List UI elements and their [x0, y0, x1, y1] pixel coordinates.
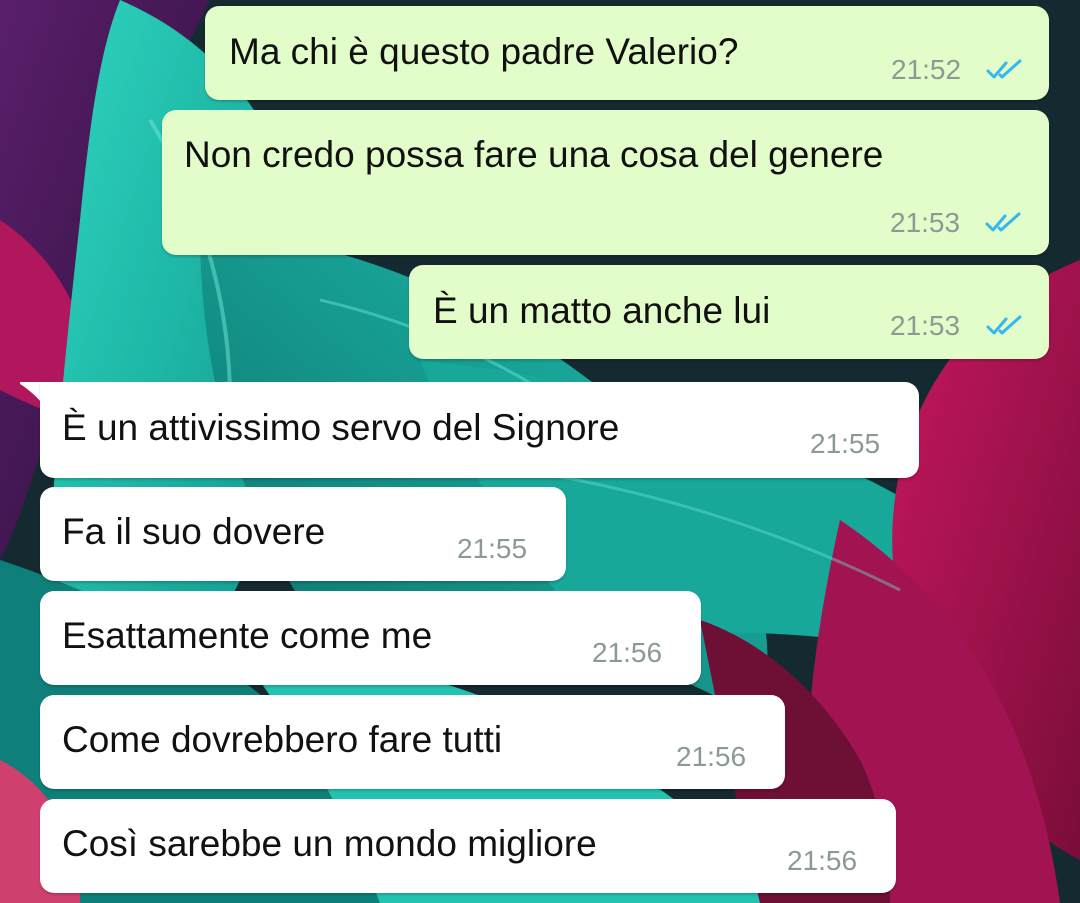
message-text: Come dovrebbero fare tutti [62, 719, 503, 760]
message-bubble-incoming[interactable]: Così sarebbe un mondo migliore 21:56 [40, 799, 896, 893]
message-text: Così sarebbe un mondo migliore [62, 823, 597, 864]
message-text: Fa il suo dovere [62, 511, 326, 552]
message-time: 21:56 [787, 845, 858, 876]
message-time: 21:53 [890, 310, 961, 341]
message-time: 21:56 [592, 637, 663, 668]
message-text: Ma chi è questo padre Valerio? [229, 31, 739, 72]
message-text: Esattamente come me [62, 615, 433, 656]
chat-message-list[interactable]: Ma chi è questo padre Valerio? 21:52 Non… [0, 0, 1080, 903]
message-time: 21:56 [676, 741, 747, 772]
message-bubble-outgoing[interactable]: Ma chi è questo padre Valerio? 21:52 [205, 6, 1049, 100]
message-time: 21:53 [890, 207, 961, 238]
message-text: Non credo possa fare una cosa del genere [184, 134, 884, 175]
double-check-read-icon [985, 212, 1021, 232]
message-bubble-outgoing[interactable]: È un matto anche lui 21:53 [409, 265, 1049, 359]
message-time: 21:52 [891, 54, 962, 85]
message-bubble-incoming[interactable]: Come dovrebbero fare tutti 21:56 [40, 695, 785, 789]
double-check-read-icon [986, 59, 1022, 79]
message-time: 21:55 [810, 428, 881, 459]
message-bubble-incoming[interactable]: Fa il suo dovere 21:55 [40, 487, 566, 581]
message-time: 21:55 [457, 533, 528, 564]
message-bubble-incoming[interactable]: È un attivissimo servo del Signore 21:55 [40, 382, 919, 478]
message-bubble-outgoing[interactable]: Non credo possa fare una cosa del genere… [162, 110, 1049, 255]
message-text: È un matto anche lui [433, 290, 771, 331]
double-check-read-icon [986, 315, 1022, 335]
message-bubble-incoming[interactable]: Esattamente come me 21:56 [40, 591, 701, 685]
message-text: È un attivissimo servo del Signore [62, 407, 620, 448]
